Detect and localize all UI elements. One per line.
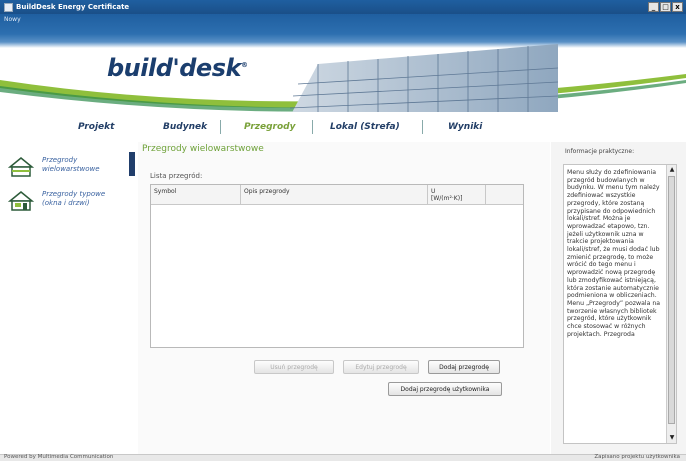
column-empty — [486, 185, 523, 204]
remove-partition-button[interactable]: Usuń przegrodę — [254, 360, 334, 374]
edit-partition-button[interactable]: Edytuj przegrodę — [343, 360, 419, 374]
sidebar-item-wielowarstwowe[interactable]: Przegrody wielowarstwowe — [8, 156, 124, 178]
add-partition-button[interactable]: Dodaj przegrodę — [428, 360, 500, 374]
window-titlebar: BuildDesk Energy Certificate _ □ x — [0, 0, 686, 14]
partitions-table[interactable]: Symbol Opis przegrody U [W/(m²·K)] — [150, 184, 524, 348]
active-indicator — [129, 152, 135, 176]
building-image — [289, 44, 559, 112]
tab-przegrody[interactable]: Przegrody — [244, 122, 295, 132]
column-opis[interactable]: Opis przegrody — [241, 185, 428, 204]
add-user-partition-button[interactable]: Dodaj przegrodę użytkownika — [388, 382, 502, 396]
maximize-icon[interactable]: □ — [660, 2, 671, 12]
tab-projekt[interactable]: Projekt — [78, 122, 114, 132]
status-right: Zapisano projektu użytkownika — [594, 454, 680, 460]
logo-reg-mark: ® — [240, 61, 248, 69]
scroll-down-icon[interactable]: ▼ — [667, 433, 676, 443]
app-icon — [4, 2, 13, 12]
window-controls: _ □ x — [648, 2, 683, 12]
column-u-value[interactable]: U [W/(m²·K)] — [428, 185, 486, 204]
status-left: Powered by Multimedia Communication — [4, 454, 114, 460]
tab-budynek[interactable]: Budynek — [163, 122, 207, 132]
scroll-up-icon[interactable]: ▲ — [667, 165, 676, 175]
scroll-thumb[interactable] — [668, 176, 675, 424]
sidebar-item-label: Przegrody typowe (okna i drzwi) — [42, 190, 106, 207]
sidebar: Przegrody wielowarstwowe Przegrody typow… — [0, 142, 137, 454]
info-text: Menu służy do zdefiniowania przegród bud… — [567, 169, 661, 338]
info-panel: Informacje praktyczne: Menu służy do zde… — [551, 142, 686, 454]
window-door-icon — [8, 191, 34, 211]
wall-layers-icon — [8, 157, 34, 177]
menu-new[interactable]: Nowy — [4, 16, 21, 23]
page-title: Przegrody wielowarstwowe — [142, 144, 264, 154]
tab-separator — [220, 120, 221, 134]
builddesk-logo: build'desk® — [107, 54, 248, 82]
main-panel: Przegrody wielowarstwowe Lista przegród:… — [138, 142, 550, 454]
minimize-icon[interactable]: _ — [648, 2, 659, 12]
list-label: Lista przegród: — [150, 172, 203, 180]
window-title: BuildDesk Energy Certificate — [16, 3, 130, 11]
logo-text: build'desk — [107, 54, 241, 82]
tab-wyniki[interactable]: Wyniki — [448, 122, 482, 132]
main-nav: Projekt Budynek Przegrody Lokal (Strefa)… — [0, 112, 686, 140]
column-symbol[interactable]: Symbol — [151, 185, 241, 204]
tab-lokal-strefa[interactable]: Lokal (Strefa) — [330, 122, 400, 132]
sidebar-item-label: Przegrody wielowarstwowe — [42, 156, 100, 173]
sidebar-item-typowe[interactable]: Przegrody typowe (okna i drzwi) — [8, 190, 124, 212]
info-box: Menu służy do zdefiniowania przegród bud… — [563, 164, 677, 444]
close-icon[interactable]: x — [672, 2, 683, 12]
table-header: Symbol Opis przegrody U [W/(m²·K)] — [151, 185, 523, 205]
tab-separator — [312, 120, 313, 134]
status-bar: Powered by Multimedia Communication Zapi… — [0, 454, 686, 461]
info-title: Informacje praktyczne: — [565, 148, 635, 155]
tab-separator — [422, 120, 423, 134]
header-banner: Nowy build'desk® — [0, 14, 686, 112]
info-scrollbar[interactable]: ▲ ▼ — [666, 165, 676, 443]
